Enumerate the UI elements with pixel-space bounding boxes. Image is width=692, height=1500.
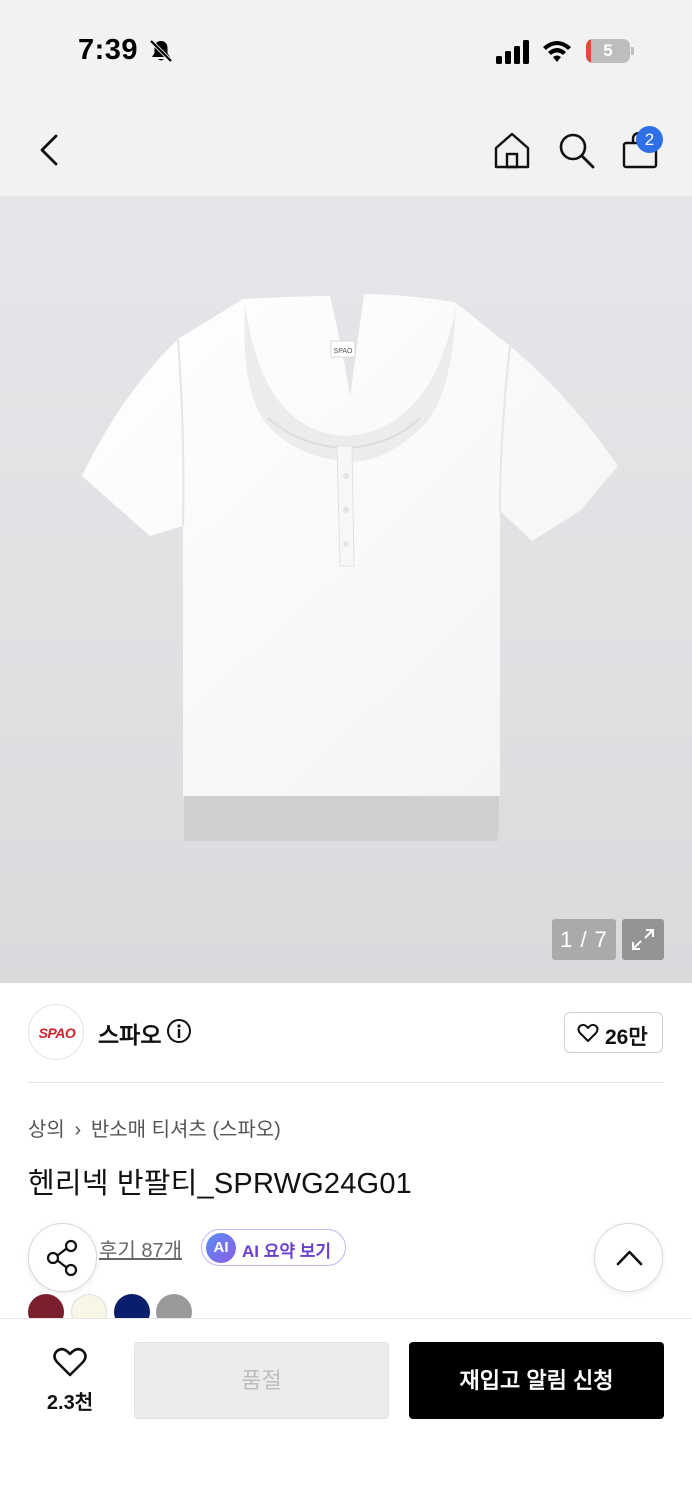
breadcrumb-item-category[interactable]: 상의 [28, 1119, 65, 1141]
brand-name[interactable]: 스파오 [98, 1016, 161, 1050]
product-image-gallery[interactable]: SPAO [0, 196, 692, 983]
battery-icon: 5 [586, 39, 634, 63]
color-swatch[interactable] [156, 1294, 192, 1318]
breadcrumb-item-subcategory[interactable]: 반소매 티셔츠 (스파오) [91, 1119, 281, 1141]
brand-logo-text: SPAO [38, 1025, 76, 1041]
review-link[interactable]: 후기 87개 [99, 1234, 182, 1263]
restock-alert-button[interactable]: 재입고 알림 신청 [409, 1342, 664, 1419]
top-nav-bar [0, 100, 692, 196]
soldout-button: 품절 [134, 1342, 389, 1419]
product-title: 헨리넥 반팔티_SPRWG24G01 [28, 1168, 412, 1200]
home-icon[interactable] [492, 130, 532, 170]
share-icon [46, 1239, 78, 1277]
brand-like-count: 26만 [605, 1026, 648, 1049]
share-button[interactable] [28, 1223, 97, 1292]
battery-level: 5 [603, 41, 613, 60]
color-swatch[interactable] [114, 1294, 150, 1318]
wishlist-button[interactable]: 2.3천 [34, 1344, 106, 1420]
color-swatch[interactable] [28, 1294, 64, 1318]
divider [28, 1082, 664, 1083]
heart-icon [53, 1347, 87, 1377]
chevron-right-icon: › [74, 1119, 82, 1141]
brand-logo[interactable]: SPAO [28, 1004, 84, 1060]
status-time: 7:39 [78, 34, 139, 66]
ai-summary-label: AI 요약 보기 [242, 1242, 332, 1261]
wishlist-count: 2.3천 [46, 1392, 94, 1414]
image-counter: 1 / 7 [552, 919, 616, 960]
product-image: SPAO [82, 294, 618, 841]
brand-like-button[interactable]: 26만 [564, 1012, 663, 1053]
chevron-left-icon[interactable] [34, 130, 66, 170]
heart-icon [577, 1023, 599, 1042]
color-swatch[interactable] [71, 1294, 107, 1318]
breadcrumb: 상의 › 반소매 티셔츠 (스파오) [28, 1113, 281, 1142]
search-icon[interactable] [556, 130, 596, 170]
chevron-up-icon [616, 1250, 643, 1266]
neck-label-text: SPAO [334, 348, 353, 355]
scroll-top-button[interactable] [594, 1223, 663, 1292]
info-icon[interactable] [166, 1018, 192, 1044]
bell-slash-icon [149, 39, 173, 63]
cellular-signal-icon [496, 40, 529, 64]
status-bar: 7:39 5 [0, 0, 692, 100]
ai-badge-icon: AI [206, 1233, 236, 1263]
color-swatch-row [0, 1294, 692, 1318]
ai-summary-button[interactable]: AI AI 요약 보기 [201, 1229, 346, 1266]
cart-count-badge: 2 [636, 126, 663, 153]
expand-icon[interactable] [622, 919, 664, 960]
wifi-icon [543, 41, 571, 62]
